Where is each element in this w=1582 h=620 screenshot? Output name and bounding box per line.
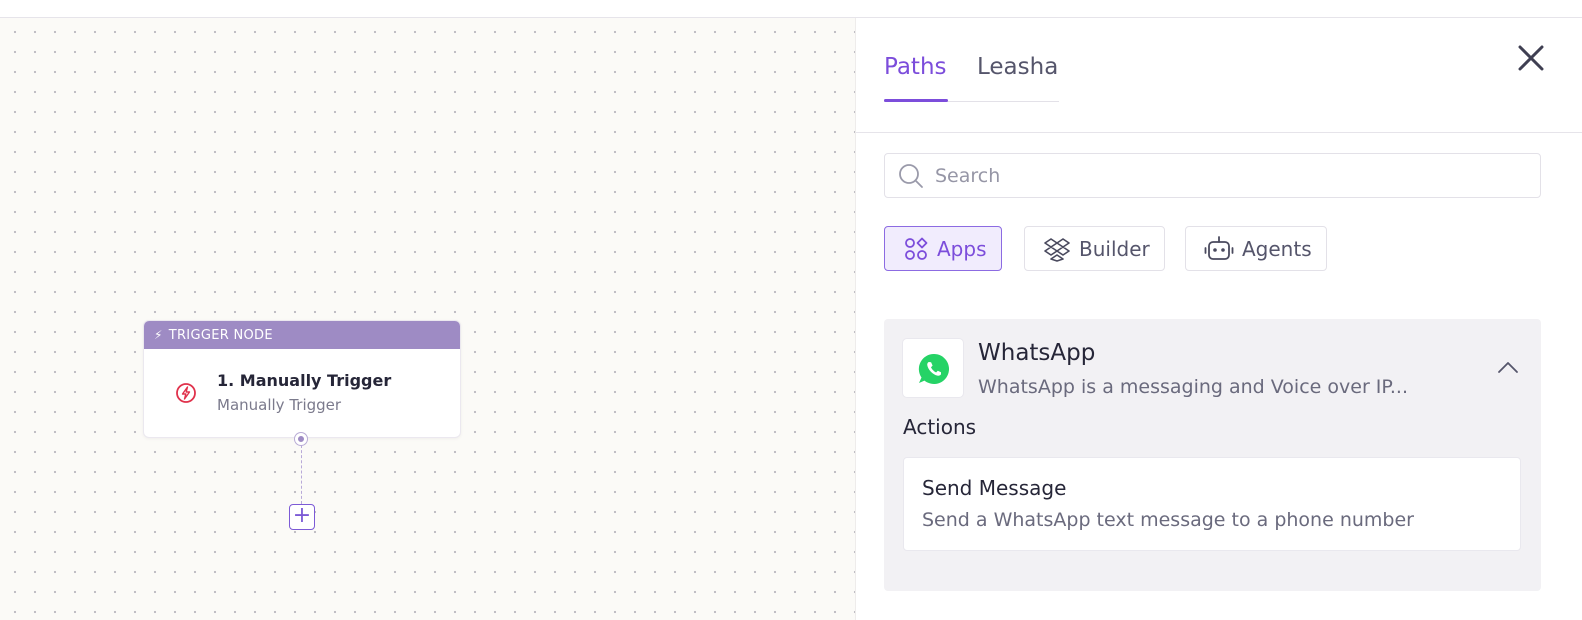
tab-leasha[interactable]: Leasha xyxy=(977,54,1058,80)
apps-icon xyxy=(905,237,928,260)
filter-agents-button[interactable]: Agents xyxy=(1185,226,1327,271)
node-type-label: TRIGGER NODE xyxy=(168,327,273,343)
node-body: 1. Manually Trigger Manually Trigger xyxy=(144,349,460,437)
top-bar xyxy=(0,0,1582,18)
connector-line xyxy=(301,445,302,504)
node-header: ⚡ TRIGGER NODE xyxy=(144,321,460,349)
action-send-message[interactable]: Send Message Send a WhatsApp text messag… xyxy=(903,457,1521,551)
app-name: WhatsApp xyxy=(978,340,1096,366)
node-output-handle[interactable] xyxy=(295,433,307,445)
filter-apps-label: Apps xyxy=(937,236,987,261)
divider xyxy=(856,132,1582,133)
node-title: 1. Manually Trigger xyxy=(217,371,392,390)
action-title: Send Message xyxy=(922,476,1067,500)
trigger-node[interactable]: ⚡ TRIGGER NODE 1. Manually Trigger Manua… xyxy=(143,320,461,438)
whatsapp-icon xyxy=(918,353,950,384)
close-icon[interactable] xyxy=(1515,42,1547,74)
builder-icon xyxy=(1044,237,1070,262)
search-icon xyxy=(899,164,923,188)
agent-robot-icon xyxy=(1204,235,1234,260)
side-panel: Paths Leasha Apps Builder xyxy=(855,18,1582,620)
app-card: WhatsApp WhatsApp is a messaging and Voi… xyxy=(884,319,1541,591)
search-input[interactable] xyxy=(935,154,1530,197)
add-step-button[interactable]: + xyxy=(289,504,315,530)
actions-heading: Actions xyxy=(903,415,977,439)
whatsapp-logo xyxy=(902,338,964,398)
app-description: WhatsApp is a messaging and Voice over I… xyxy=(978,376,1409,398)
filter-builder-label: Builder xyxy=(1079,236,1150,261)
filter-builder-button[interactable]: Builder xyxy=(1024,226,1165,271)
active-tab-indicator xyxy=(884,99,948,102)
filter-apps-button[interactable]: Apps xyxy=(884,226,1002,271)
panel-tabs: Paths Leasha xyxy=(884,54,1059,102)
search-box xyxy=(884,153,1541,198)
workflow-canvas[interactable] xyxy=(0,18,855,620)
action-description: Send a WhatsApp text message to a phone … xyxy=(922,509,1414,531)
tab-paths[interactable]: Paths xyxy=(884,54,947,80)
node-subtitle: Manually Trigger xyxy=(217,396,342,414)
trigger-bolt-icon xyxy=(176,383,196,403)
chevron-up-icon[interactable] xyxy=(1496,359,1520,375)
filter-agents-label: Agents xyxy=(1242,236,1312,261)
lightning-icon: ⚡ xyxy=(154,328,163,342)
